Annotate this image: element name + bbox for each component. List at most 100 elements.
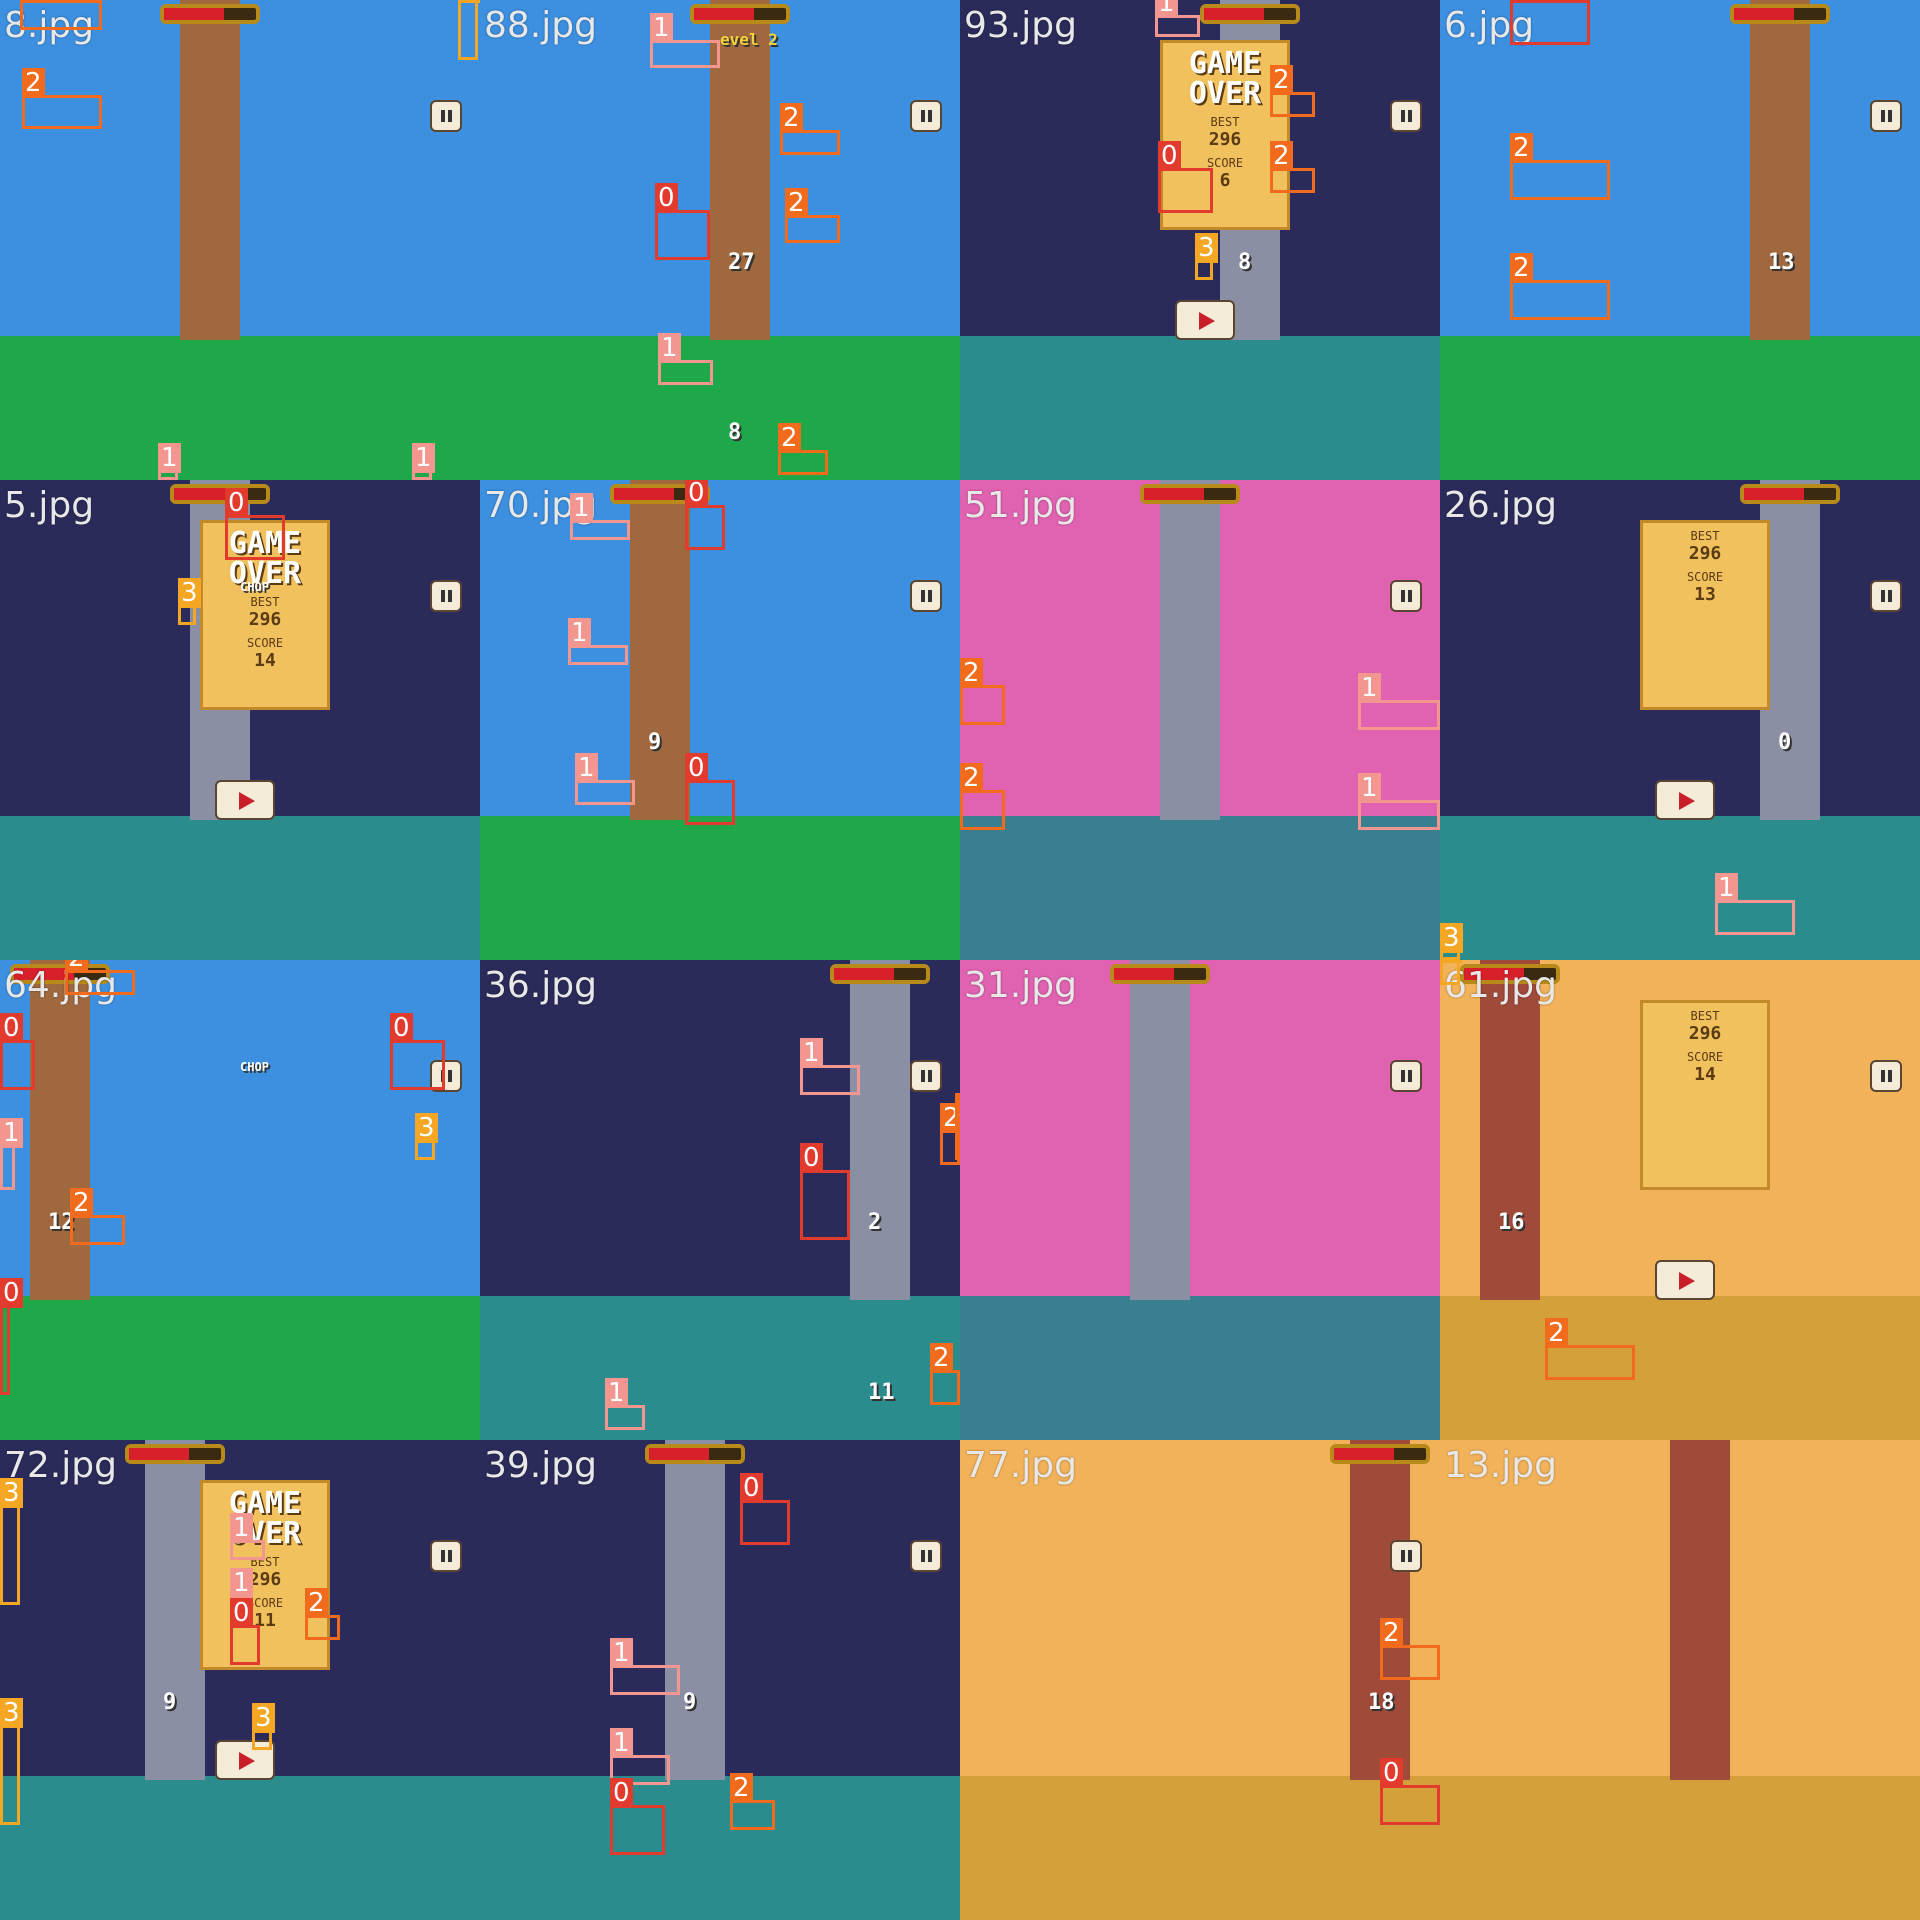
- class-id-label: 1: [230, 1513, 253, 1543]
- detection-box-class-2: 2: [65, 960, 135, 995]
- class-id-label: 1: [568, 618, 591, 648]
- time-bar: [1200, 4, 1300, 24]
- detection-box-class-2: 2: [1380, 1618, 1440, 1680]
- pause-button[interactable]: [910, 1540, 942, 1572]
- pause-button[interactable]: [1390, 100, 1422, 132]
- class-id-label: 0: [0, 1013, 23, 1043]
- class-id-label: 2: [960, 658, 983, 688]
- class-id-label: 1: [412, 443, 435, 473]
- tile-filename: 93.jpg: [964, 5, 1077, 46]
- class-id-label: 3: [0, 1478, 23, 1508]
- detection-box-class-1: 1: [1358, 673, 1440, 730]
- pause-button[interactable]: [430, 1540, 462, 1572]
- mosaic-tile: 61.jpg 16 BEST296 SCORE14 3 2: [1440, 960, 1920, 1440]
- class-id-label: 0: [0, 1278, 23, 1308]
- class-id-label: 0: [390, 1013, 413, 1043]
- class-id-label: 0: [610, 1778, 633, 1808]
- play-button[interactable]: [1655, 1260, 1715, 1300]
- detection-box-class-0: 0: [225, 488, 285, 560]
- detection-box-class-2: 2: [1510, 133, 1610, 200]
- class-id-label: 1: [230, 1568, 253, 1598]
- pause-button[interactable]: [1870, 100, 1902, 132]
- game-over-panel: GAME OVER BEST 296 SCORE 11: [200, 1480, 330, 1670]
- detection-box-class-2: 2: [22, 68, 102, 129]
- detection-box-class-2: 2: [1545, 1318, 1635, 1380]
- tree-trunk: [1350, 1440, 1410, 1780]
- tree-trunk: [665, 1440, 725, 1780]
- time-bar: [1140, 484, 1240, 504]
- class-id-label: 2: [65, 960, 88, 973]
- detection-box-class-0: 0: [1158, 141, 1213, 213]
- pause-button[interactable]: [1870, 580, 1902, 612]
- detection-box-class-2: 2: [1510, 253, 1610, 320]
- best-value: 296: [1208, 129, 1242, 150]
- pause-button[interactable]: [1390, 1540, 1422, 1572]
- tile-filename: 88.jpg: [484, 5, 597, 46]
- play-button[interactable]: [215, 780, 275, 820]
- detection-box-class-3: 3: [0, 1698, 23, 1825]
- chop-label: CHOP: [240, 1060, 269, 1074]
- tile-filename: 26.jpg: [1444, 485, 1557, 526]
- mosaic-tile: 26.jpg 0 BEST 296 SCORE 13 1 3: [1440, 480, 1920, 960]
- class-id-label: 3: [252, 1703, 275, 1733]
- pause-button[interactable]: [430, 100, 462, 132]
- play-button[interactable]: [1175, 300, 1235, 340]
- mosaic-tile: 39.jpg 9 0 1 1 0 2: [480, 1440, 960, 1920]
- pause-button[interactable]: [910, 580, 942, 612]
- mosaic-tile: 8.jpg22311: [0, 0, 480, 480]
- detection-box-class-3: 3: [1195, 233, 1218, 280]
- game-scene: [0, 0, 480, 480]
- mosaic-tile: 64.jpg12CHOP2001230: [0, 960, 480, 1440]
- pause-button[interactable]: [1390, 580, 1422, 612]
- time-bar: [1330, 1444, 1430, 1464]
- class-id-label: 2: [22, 68, 45, 98]
- class-id-label: 1: [1155, 0, 1178, 18]
- mosaic-tile: 13.jpg: [1440, 1440, 1920, 1920]
- score-counter: 27: [728, 250, 755, 275]
- score-counter: 2: [868, 1210, 882, 1235]
- tile-filename: 36.jpg: [484, 965, 597, 1006]
- time-bar: [1730, 4, 1830, 24]
- pause-button[interactable]: [910, 100, 942, 132]
- best-label: BEST: [250, 595, 280, 609]
- detection-box-class-0: 0: [740, 1473, 790, 1545]
- tree-trunk: [1480, 960, 1540, 1300]
- class-id-label: 1: [158, 443, 181, 473]
- time-bar: [1740, 484, 1840, 504]
- class-id-label: 2: [305, 1588, 328, 1618]
- class-id-label: 1: [0, 1118, 23, 1148]
- mosaic-tile: 93.jpg 8 GAME OVER BEST 296 SCORE 6 1 2 0 2 3: [960, 0, 1440, 480]
- class-id-label: 2: [1270, 141, 1293, 171]
- tree-trunk: [1160, 480, 1220, 820]
- class-id-label: 2: [20, 0, 43, 3]
- detection-box-class-2: 2: [305, 1588, 340, 1640]
- score-counter: 8: [1238, 250, 1252, 275]
- pause-button[interactable]: [430, 580, 462, 612]
- pause-button[interactable]: [1870, 1060, 1902, 1092]
- tree-trunk: [30, 960, 90, 1300]
- detection-box-class-0: 0: [655, 183, 710, 260]
- detection-box-class-0: 0: [0, 1278, 23, 1395]
- pause-button[interactable]: [1390, 1060, 1422, 1092]
- mosaic-tile: 72.jpg 9 GAME OVER BEST 296 SCORE 11 3 1 1 0 2 3 3: [0, 1440, 480, 1920]
- best-value: 296: [248, 609, 282, 630]
- detection-box-class-2: 2: [1270, 141, 1315, 193]
- game-over-panel: BEST 296 SCORE 13: [1640, 520, 1770, 710]
- score-counter: 13: [1768, 250, 1795, 275]
- game-over-title: GAME OVER: [228, 1486, 302, 1551]
- detection-box-class-0: 0: [685, 480, 725, 550]
- play-button[interactable]: [1655, 780, 1715, 820]
- detection-box-class-2: 2: [960, 763, 1005, 830]
- score-counter: 9: [683, 1690, 697, 1715]
- class-id-label: 3: [458, 0, 480, 3]
- class-id-label: 1: [658, 333, 681, 363]
- tree-trunk: [1670, 1440, 1730, 1780]
- time-bar: [125, 1444, 225, 1464]
- best-label: BEST: [1690, 1009, 1720, 1023]
- class-id-label: 0: [1510, 0, 1533, 3]
- detection-box-class-1: 1: [412, 443, 435, 480]
- class-id-label: 1: [650, 13, 673, 43]
- pause-button[interactable]: [910, 1060, 942, 1092]
- detection-box-class-0: 0: [610, 1778, 665, 1855]
- detection-box-class-2: 2: [780, 103, 840, 155]
